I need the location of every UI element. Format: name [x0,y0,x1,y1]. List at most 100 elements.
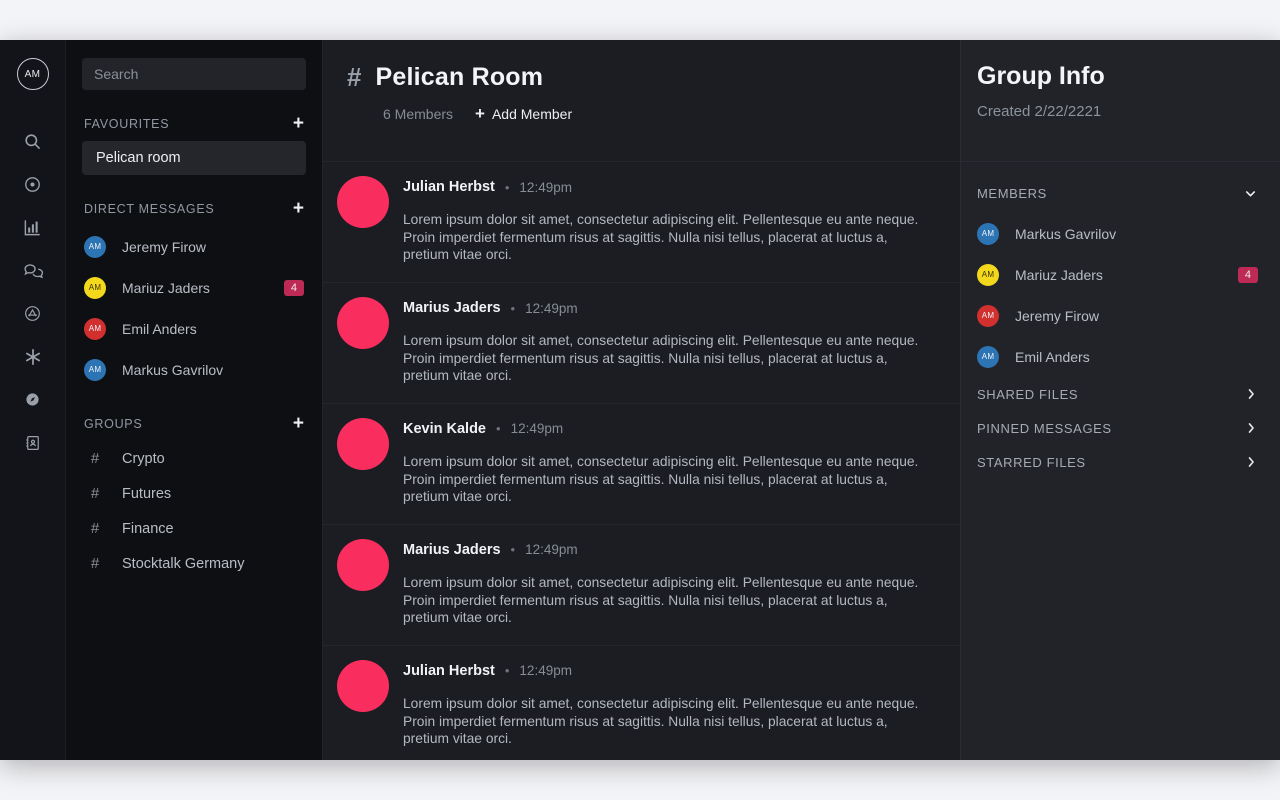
message-item: Julian Herbst • 12:49pm Lorem ipsum dolo… [323,644,960,760]
avatar-initials: AM [88,283,102,292]
avatar [337,417,389,470]
avatar [337,297,389,349]
separator-dot: • [496,421,501,437]
members-count: 6 Members [383,105,454,122]
sidebar-item-futures[interactable]: # Futures [82,476,306,511]
group-info-panel: Group Info Created 2/22/2221 MEMBERS AM … [960,40,1280,760]
list-item[interactable]: AM Markus Gavrilov [82,349,306,390]
search-icon[interactable] [13,120,53,163]
message-body: Marius Jaders • 12:49pm Lorem ipsum dolo… [403,297,936,385]
group-created-date: Created 2/22/2221 [977,103,1102,120]
avatar: AM [84,317,106,340]
avatar-initials: AM [88,324,102,333]
list-item-label: Mariuz Jaders [122,279,210,296]
search-input[interactable] [82,58,306,90]
hash-icon: # [347,62,362,92]
member-name: Markus Gavrilov [1015,225,1117,242]
message-author: Julian Herbst [403,179,495,196]
sidebar-item-crypto[interactable]: # Crypto [82,441,306,476]
address-book-icon[interactable] [13,421,53,464]
starred-files-link[interactable]: STARRED FILES [977,445,1258,479]
direct-messages-title: DIRECT MESSAGES [84,201,215,216]
avatar [337,176,389,229]
hash-icon: # [90,450,100,467]
message-timestamp: 12:49pm [525,300,578,316]
groups-title: GROUPS [84,416,143,431]
message-text: Lorem ipsum dolor sit amet, consectetur … [403,212,919,263]
list-item[interactable]: AM Jeremy Firow [82,226,306,267]
add-member-label: Add Member [491,105,573,122]
chevron-down-icon[interactable] [1243,186,1258,201]
group-label: Crypto [122,450,165,467]
message-body: Marius Jaders • 12:49pm Lorem ipsum dolo… [403,539,936,627]
group-info-body: MEMBERS AM Markus Gavrilov AM Mariuz Jad… [961,162,1280,479]
avatar-initials: AM [981,229,995,238]
chat-title-row: # Pelican Room [347,62,936,93]
sidebar-item-stocktalk-germany[interactable]: # Stocktalk Germany [82,546,306,581]
separator-dot: • [504,179,510,195]
app-window: AM Search FAVOURITES + Pelican room DIRE… [0,40,1280,760]
record-circle-icon[interactable] [13,163,53,206]
message-text: Lorem ipsum dolor sit amet, consectetur … [403,333,919,384]
message-meta: Marius Jaders • 12:49pm [403,542,936,558]
member-name: Emil Anders [1015,348,1090,365]
avatar-initials: AM [981,311,995,320]
chat-bubbles-icon[interactable] [13,249,53,292]
pinned-messages-label: PINNED MESSAGES [977,420,1112,436]
avatar [337,659,389,712]
group-label: Futures [122,485,172,502]
list-item[interactable]: AM Jeremy Firow [977,295,1258,336]
message-author: Marius Jaders [403,300,501,316]
groups-section-header: GROUPS + [82,414,306,433]
chat-panel: # Pelican Room 6 Members + Add Member Ju… [322,40,960,760]
avatar-initials: AM [24,68,41,80]
bar-chart-icon[interactable] [13,206,53,249]
starred-files-label: STARRED FILES [977,454,1086,470]
avatar-initials: AM [88,365,102,374]
sidebar-item-pelican-room[interactable]: Pelican room [82,141,306,175]
avatar: AM [84,276,106,299]
add-favourite-button[interactable]: + [291,114,306,133]
sidebar-item-finance[interactable]: # Finance [82,511,306,546]
message-body: Julian Herbst • 12:49pm Lorem ipsum dolo… [403,660,936,748]
shared-files-link[interactable]: SHARED FILES [977,377,1258,411]
compass-icon[interactable] [13,378,53,421]
hash-icon: # [90,485,100,502]
message-body: Julian Herbst • 12:49pm Lorem ipsum dolo… [403,176,936,264]
list-item[interactable]: AM Markus Gavrilov [977,213,1258,254]
pinned-messages-link[interactable]: PINNED MESSAGES [977,411,1258,445]
message-author: Julian Herbst [403,662,495,679]
add-direct-message-button[interactable]: + [291,199,306,218]
group-info-title: Group Info [977,62,1105,90]
avatar: AM [977,222,999,245]
message-meta: Julian Herbst • 12:49pm [403,179,936,195]
chat-header: # Pelican Room 6 Members + Add Member [323,40,960,161]
separator-dot: • [510,542,516,558]
list-item[interactable]: AM Emil Anders [977,336,1258,377]
list-item[interactable]: AM Mariuz Jaders 4 [977,254,1258,295]
avatar-initials: AM [88,242,102,251]
message-item: Marius Jaders • 12:49pm Lorem ipsum dolo… [323,282,960,403]
add-group-button[interactable]: + [291,414,306,433]
direct-messages-section-header: DIRECT MESSAGES + [82,199,306,218]
list-item[interactable]: AM Emil Anders [82,308,306,349]
message-list[interactable]: Julian Herbst • 12:49pm Lorem ipsum dolo… [323,161,960,760]
member-name: Jeremy Firow [1015,307,1100,324]
avatar [337,538,389,591]
message-meta: Julian Herbst • 12:49pm [403,663,936,679]
app-store-circle-icon[interactable] [13,292,53,335]
avatar: AM [977,345,999,368]
asterisk-icon[interactable] [13,335,53,378]
list-item[interactable]: AM Mariuz Jaders 4 [82,267,306,308]
avatar-initials: AM [981,270,995,279]
add-member-button[interactable]: + Add Member [475,105,572,122]
message-timestamp: 12:49pm [525,542,578,558]
chat-subheader: 6 Members + Add Member [347,105,936,122]
message-text: Lorem ipsum dolor sit amet, consectetur … [403,574,919,626]
avatar[interactable]: AM [16,58,49,90]
avatar: AM [84,235,106,258]
plus-icon: + [475,104,485,123]
member-name: Mariuz Jaders [1015,266,1103,283]
message-body: Kevin Kalde • 12:49pm Lorem ipsum dolor … [403,418,936,506]
members-section-header[interactable]: MEMBERS [977,186,1258,201]
